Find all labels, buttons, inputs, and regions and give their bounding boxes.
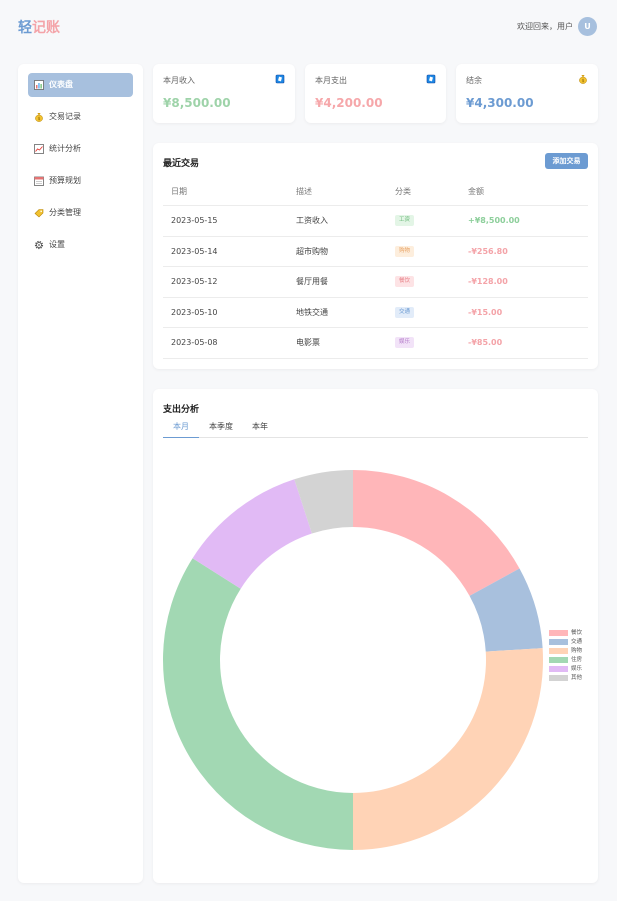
tab-this-year[interactable]: 本年 bbox=[245, 421, 275, 438]
expense-analysis-card: 支出分析 本月 本季度 本年 餐饮交通购物住房娱乐其他 bbox=[153, 389, 598, 883]
balance-value: ¥4,300.00 bbox=[466, 96, 534, 110]
expense-analysis-title: 支出分析 bbox=[163, 405, 200, 415]
chart-legend: 餐饮交通购物住房娱乐其他 bbox=[549, 629, 609, 683]
svg-text:$: $ bbox=[582, 78, 585, 84]
donut-slice-3[interactable] bbox=[163, 558, 353, 850]
table-row[interactable]: 2023-05-08 电影票 娱乐 -¥85.00 bbox=[163, 328, 588, 359]
income-card: 本月收入 ¥8,500.00 bbox=[153, 64, 295, 123]
chart-icon bbox=[34, 80, 44, 90]
sidebar-item-categories[interactable]: 分类管理 bbox=[28, 201, 133, 225]
welcome-text: 欢迎回来，用户 bbox=[517, 22, 573, 31]
legend-label: 购物 bbox=[571, 648, 583, 654]
donut-slice-2[interactable] bbox=[353, 648, 543, 850]
tab-this-month[interactable]: 本月 bbox=[163, 421, 199, 438]
money-bag-icon: $ bbox=[35, 113, 43, 122]
legend-swatch bbox=[549, 639, 568, 645]
add-transaction-button[interactable]: 添加交易 bbox=[545, 153, 588, 169]
legend-label: 娱乐 bbox=[571, 666, 583, 672]
legend-item[interactable]: 交通 bbox=[549, 638, 609, 647]
legend-item[interactable]: 其他 bbox=[549, 674, 609, 683]
category-badge: 购物 bbox=[395, 245, 415, 257]
trend-chart-icon bbox=[34, 144, 44, 154]
category-badge: 餐饮 bbox=[395, 276, 415, 288]
table-row[interactable]: 2023-05-15 工资收入 工资 +¥8,500.00 bbox=[163, 206, 588, 237]
legend-item[interactable]: 购物 bbox=[549, 647, 609, 656]
legend-label: 住房 bbox=[571, 657, 583, 663]
sidebar-item-dashboard[interactable]: 仪表盘 bbox=[28, 73, 133, 97]
donut-slice-0[interactable] bbox=[353, 470, 520, 596]
table-row[interactable]: 2023-05-10 地铁交通 交通 -¥15.00 bbox=[163, 298, 588, 328]
amount: -¥85.00 bbox=[468, 338, 503, 348]
amount: +¥8,500.00 bbox=[468, 216, 520, 226]
legend-label: 餐饮 bbox=[571, 630, 583, 636]
avatar[interactable]: U bbox=[578, 17, 597, 36]
legend-item[interactable]: 住房 bbox=[549, 656, 609, 665]
sidebar: 仪表盘 $ 交易记录 统计分析 预算规划 分类管理 设置 bbox=[18, 64, 143, 883]
header: 轻记账 欢迎回来，用户 U bbox=[0, 0, 617, 56]
transactions-table: 日期 描述 分类 金额 2023-05-15 工资收入 工资 +¥8,500.0… bbox=[163, 177, 588, 359]
svg-text:$: $ bbox=[38, 116, 41, 122]
legend-swatch bbox=[549, 657, 568, 663]
recent-transactions-title: 最近交易 bbox=[163, 159, 200, 169]
table-row[interactable]: 2023-05-14 超市购物 购物 -¥256.80 bbox=[163, 237, 588, 267]
category-badge: 交通 bbox=[395, 306, 415, 318]
expense-card: 本月支出 ¥4,200.00 bbox=[305, 64, 446, 123]
column-header-description[interactable]: 描述 bbox=[296, 177, 312, 205]
table-header: 日期 描述 分类 金额 bbox=[163, 177, 588, 206]
card-icon bbox=[426, 74, 436, 84]
tab-this-quarter[interactable]: 本季度 bbox=[203, 421, 239, 438]
legend-swatch bbox=[549, 675, 568, 681]
income-value: ¥8,500.00 bbox=[163, 96, 231, 110]
category-badge: 工资 bbox=[395, 215, 415, 227]
gear-icon bbox=[34, 240, 44, 250]
category-badge: 娱乐 bbox=[395, 337, 415, 349]
sidebar-item-transactions[interactable]: $ 交易记录 bbox=[28, 105, 133, 129]
legend-swatch bbox=[549, 648, 568, 654]
money-bag-icon: $ bbox=[579, 75, 587, 84]
column-header-amount[interactable]: 金额 bbox=[468, 177, 484, 205]
sidebar-item-settings[interactable]: 设置 bbox=[28, 233, 133, 257]
legend-item[interactable]: 娱乐 bbox=[549, 665, 609, 674]
card-icon bbox=[275, 74, 285, 84]
calendar-icon bbox=[34, 176, 44, 186]
recent-transactions-card: 最近交易 添加交易 日期 描述 分类 金额 2023-05-15 工资收入 工资… bbox=[153, 143, 598, 369]
sidebar-item-statistics[interactable]: 统计分析 bbox=[28, 137, 133, 161]
legend-item[interactable]: 餐饮 bbox=[549, 629, 609, 638]
period-tabs: 本月 本季度 本年 bbox=[163, 415, 588, 438]
amount: -¥128.00 bbox=[468, 277, 508, 287]
amount: -¥15.00 bbox=[468, 307, 503, 317]
column-header-date[interactable]: 日期 bbox=[171, 177, 187, 205]
legend-label: 其他 bbox=[571, 675, 583, 681]
sidebar-item-budget[interactable]: 预算规划 bbox=[28, 169, 133, 193]
table-row[interactable]: 2023-05-12 餐厅用餐 餐饮 -¥128.00 bbox=[163, 267, 588, 298]
app-logo[interactable]: 轻记账 bbox=[18, 17, 60, 37]
tag-icon bbox=[34, 209, 44, 218]
expense-value: ¥4,200.00 bbox=[315, 96, 383, 110]
column-header-category[interactable]: 分类 bbox=[395, 177, 411, 205]
amount: -¥256.80 bbox=[468, 246, 508, 256]
expense-donut-chart bbox=[163, 470, 543, 850]
legend-swatch bbox=[549, 630, 568, 636]
legend-swatch bbox=[549, 666, 568, 672]
balance-card: 结余 $ ¥4,300.00 bbox=[456, 64, 598, 123]
legend-label: 交通 bbox=[571, 639, 583, 645]
